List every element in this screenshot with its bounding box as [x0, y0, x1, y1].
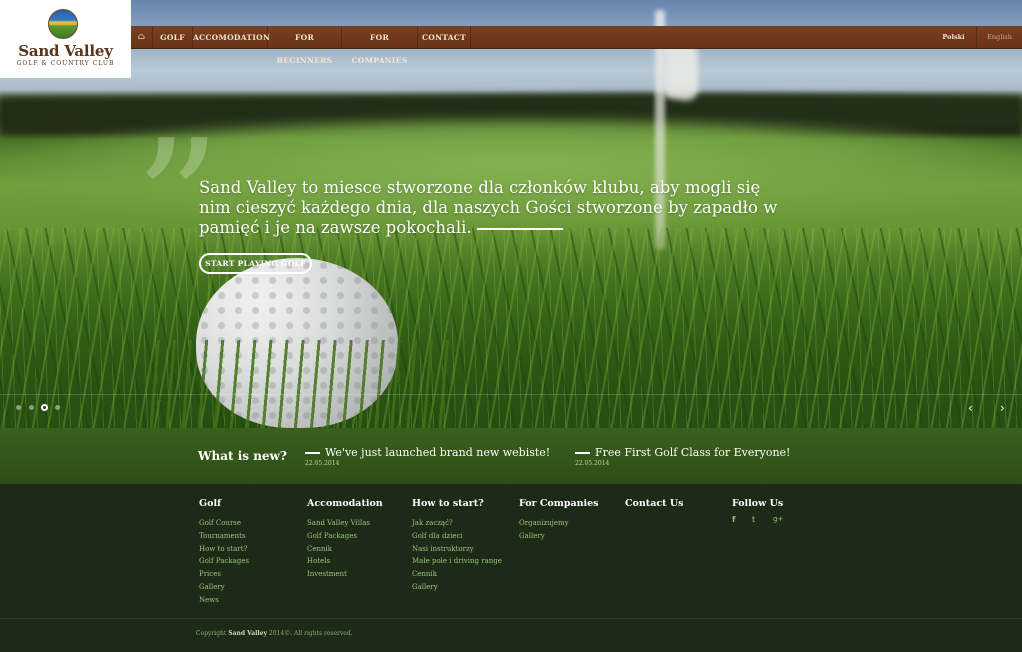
footer-link[interactable]: News: [199, 594, 249, 607]
logo-name: Sand Valley: [18, 42, 113, 60]
twitter-icon[interactable]: t: [752, 515, 755, 524]
footer-link[interactable]: Golf Packages: [307, 530, 383, 543]
logo-subtitle: Golf & Country Club: [16, 60, 115, 67]
news-date: 22.05.2014: [305, 460, 340, 467]
footer-link[interactable]: Investment: [307, 568, 383, 581]
footer-column-golf: Golf Golf Course Tournaments How to star…: [199, 498, 249, 607]
footer-column-title: Follow Us: [732, 498, 784, 509]
site-logo[interactable]: Sand Valley Golf & Country Club: [0, 0, 131, 78]
footer-link[interactable]: Gallery: [519, 530, 599, 543]
footer-link[interactable]: Nasi instruktorzy: [412, 543, 502, 556]
hero-text: Sand Valley to miesce stworzone dla czło…: [199, 178, 778, 237]
footer-link[interactable]: Hotels: [307, 555, 383, 568]
footer-column-title[interactable]: Contact Us: [625, 498, 683, 509]
footer-column-accomodation: Accomodation Sand Valley Villas Golf Pac…: [307, 498, 383, 581]
footer-link[interactable]: Gallery: [199, 581, 249, 594]
footer-link[interactable]: Gallery: [412, 581, 502, 594]
slider-dot[interactable]: [16, 405, 21, 410]
footer-link[interactable]: Małe pole i driving range: [412, 555, 502, 568]
slider-divider: [0, 394, 1022, 395]
news-date: 22.05.2014: [575, 460, 610, 467]
footer-link[interactable]: Cennik: [412, 568, 502, 581]
footer-column-title: Golf: [199, 498, 222, 509]
nav-item-for-beginners[interactable]: For Beginners: [268, 26, 342, 65]
news-item[interactable]: We've just launched brand new webiste! 2…: [305, 446, 550, 467]
footer-column-how-to-start: How to start? Jak zacząć? Golf dla dziec…: [412, 498, 502, 594]
nav-home-button[interactable]: ⌂: [131, 26, 153, 49]
footer-column-for-companies: For Companies Organizujemy Gallery: [519, 498, 599, 543]
news-title: What is new?: [198, 449, 287, 463]
slider-dot[interactable]: [55, 405, 60, 410]
slider-dot[interactable]: [29, 405, 34, 410]
slider-next-arrow-icon[interactable]: ›: [1000, 401, 1005, 415]
news-headline[interactable]: Free First Golf Class for Everyone!: [575, 446, 790, 459]
copyright-text: Copyright Sand Valley 2014©. All rights …: [196, 630, 353, 637]
nav-item-golf[interactable]: Golf: [153, 26, 193, 49]
footer-column-title: Accomodation: [307, 498, 383, 509]
footer-column-title: How to start?: [412, 498, 484, 509]
hero-text-underline: [476, 227, 563, 230]
slider-prev-arrow-icon[interactable]: ‹: [968, 401, 973, 415]
nav-item-contact[interactable]: Contact: [418, 26, 471, 49]
language-polski[interactable]: Polski: [931, 26, 977, 49]
language-english[interactable]: English: [977, 26, 1022, 49]
main-nav: ⌂ Golf Accomodation For Beginners For Co…: [131, 26, 1022, 65]
google-plus-icon[interactable]: g+: [773, 515, 783, 523]
nav-item-for-companies[interactable]: For Companies: [342, 26, 418, 65]
footer-link[interactable]: Golf dla dzieci: [412, 530, 502, 543]
news-headline[interactable]: We've just launched brand new webiste!: [305, 446, 550, 459]
facebook-icon[interactable]: f: [732, 515, 735, 524]
footer-link[interactable]: Jak zacząć?: [412, 517, 502, 530]
footer-column-title: For Companies: [519, 498, 599, 509]
footer-link[interactable]: Organizujemy: [519, 517, 599, 530]
logo-emblem-icon: [48, 9, 78, 39]
footer-link[interactable]: Golf Packages: [199, 555, 249, 568]
slider-dot-active[interactable]: [41, 404, 48, 411]
footer-link[interactable]: How to start?: [199, 543, 249, 556]
footer-column-contact-us: Contact Us: [625, 498, 683, 517]
footer-link[interactable]: Sand Valley Villas: [307, 517, 383, 530]
footer-link[interactable]: Tournaments: [199, 530, 249, 543]
footer-link[interactable]: Cennik: [307, 543, 383, 556]
nav-item-accomodation[interactable]: Accomodation: [193, 26, 270, 49]
footer-link[interactable]: Prices: [199, 568, 249, 581]
footer-divider: [0, 618, 1022, 619]
footer: [0, 484, 1022, 652]
home-icon: ⌂: [137, 32, 146, 42]
footer-link[interactable]: Golf Course: [199, 517, 249, 530]
start-playing-button[interactable]: Start playing golf: [199, 253, 312, 274]
news-item[interactable]: Free First Golf Class for Everyone! 22.0…: [575, 446, 790, 467]
